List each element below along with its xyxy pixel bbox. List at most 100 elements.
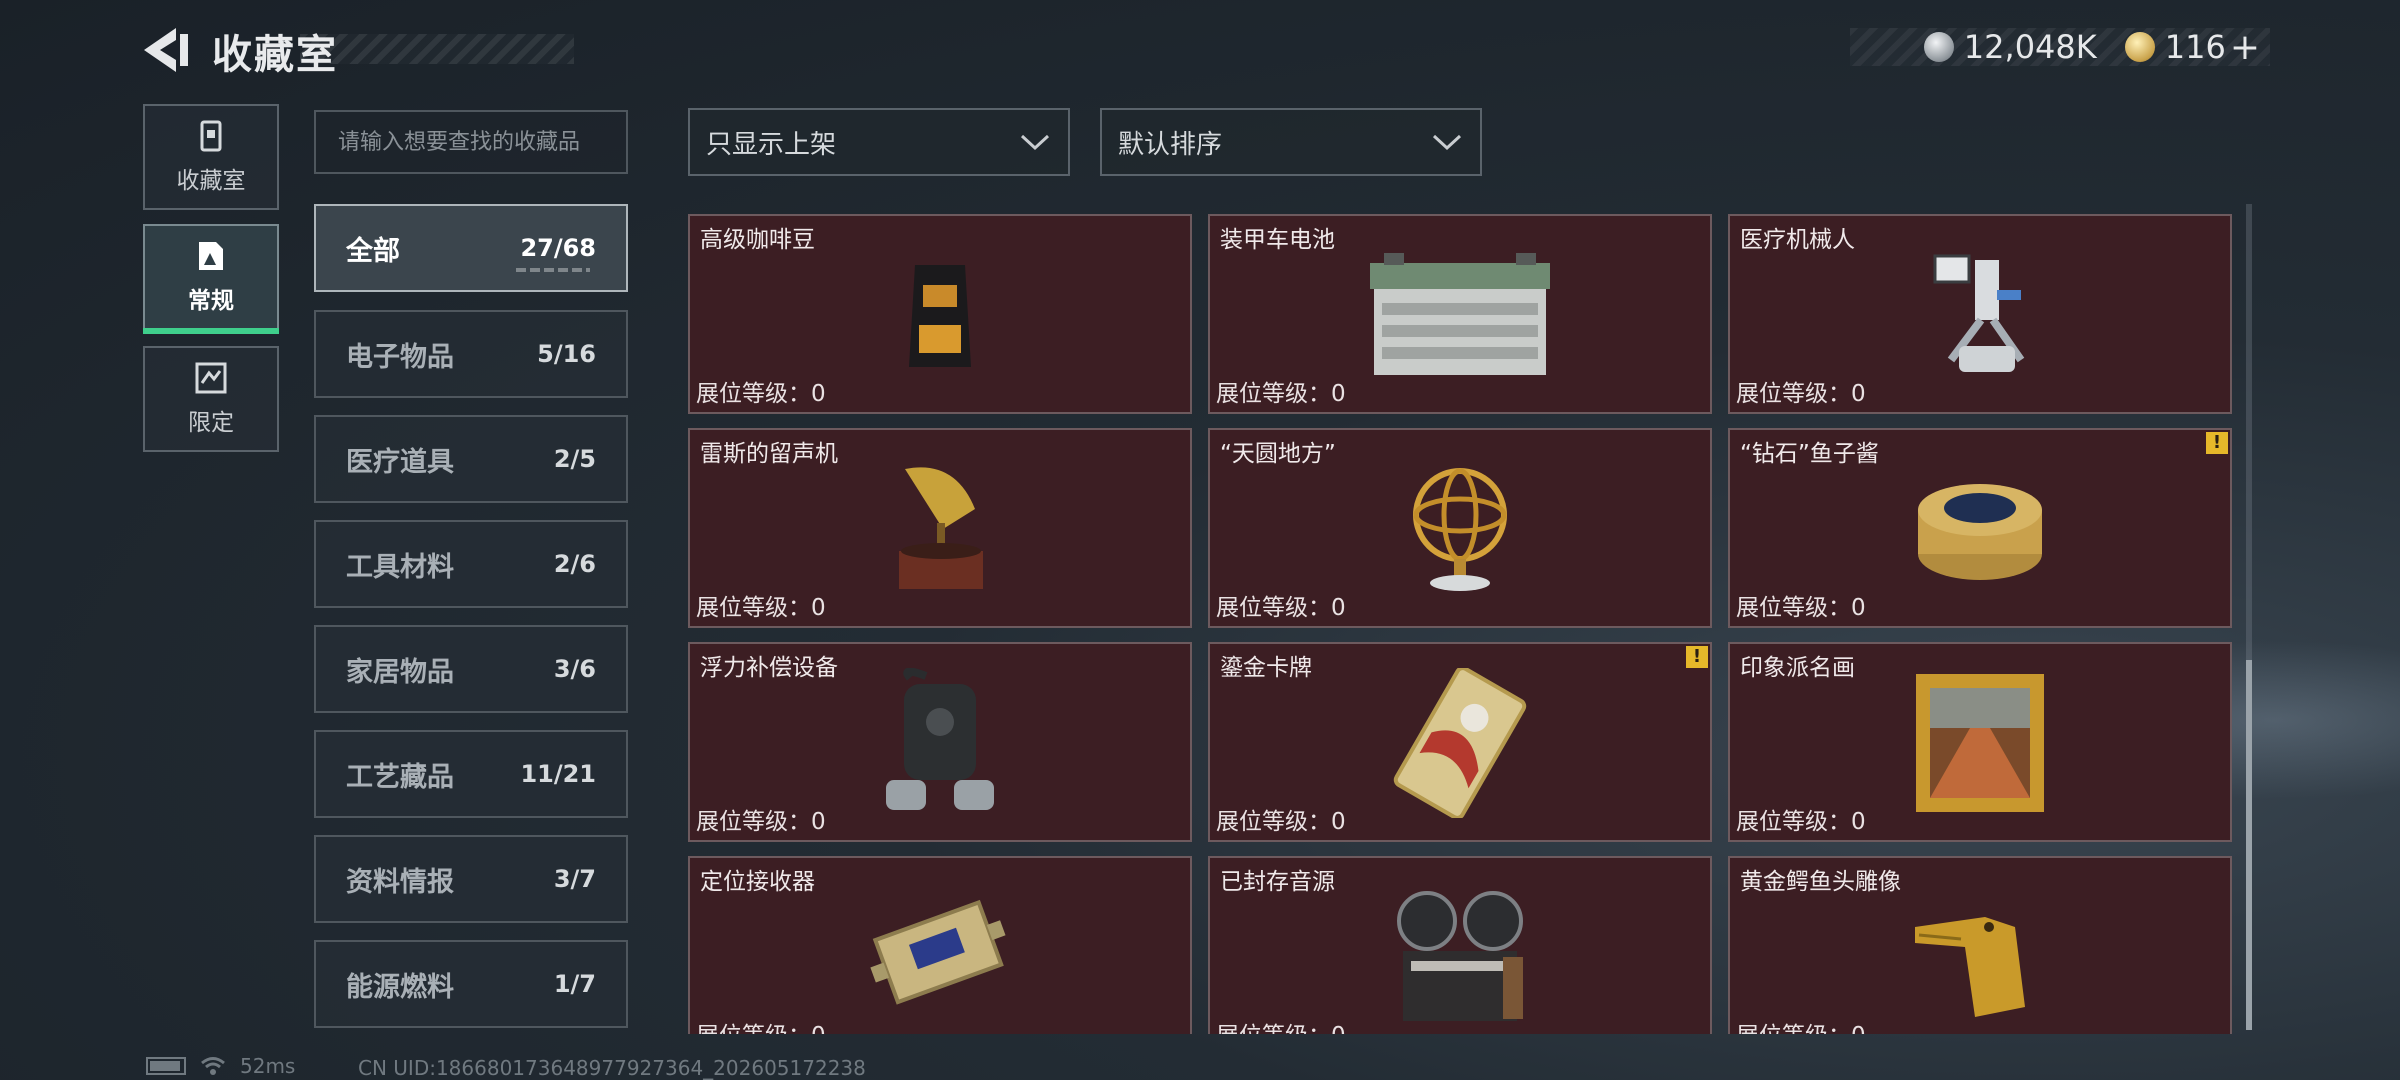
- gold-balance: 116: [2164, 28, 2226, 66]
- gold-coin-icon: [2124, 32, 2155, 62]
- sort-dropdown[interactable]: 默认排序: [1100, 108, 1482, 176]
- item-level: 展位等级：0: [1216, 595, 1346, 621]
- category-count: 1/7: [553, 970, 596, 998]
- vault-icon: [200, 120, 222, 152]
- coffee-bag-icon: [840, 240, 1040, 390]
- side-tab-regular[interactable]: 常规: [143, 224, 279, 334]
- item-card[interactable]: 黄金鳄鱼头雕像 展位等级：0: [1728, 856, 2232, 1034]
- currency-bar: 12,048K 116 +: [1850, 27, 2270, 68]
- item-level: 展位等级：0: [1736, 595, 1866, 621]
- ping-value: 52ms: [240, 1054, 296, 1078]
- item-card[interactable]: 医疗机械人 展位等级：0: [1728, 214, 2232, 414]
- add-currency-button[interactable]: +: [2230, 27, 2260, 68]
- buoyancy-device-icon: [840, 668, 1040, 818]
- dropdown-value: 默认排序: [1118, 129, 1223, 160]
- item-card[interactable]: 鎏金卡牌 ! 展位等级：0: [1208, 642, 1712, 842]
- armillary-sphere-icon: [1360, 454, 1560, 604]
- item-card[interactable]: 浮力补偿设备 展位等级：0: [688, 642, 1192, 842]
- caviar-tin-icon: [1880, 454, 2080, 604]
- chevron-down-icon: [1432, 134, 1462, 151]
- back-arrow-icon[interactable]: [142, 26, 192, 74]
- category-name: 全部: [346, 235, 400, 267]
- side-tab-label: 收藏室: [176, 168, 246, 194]
- item-name: “天圆地方”: [1220, 441, 1336, 467]
- category-name: 工具材料: [346, 551, 454, 583]
- gramophone-icon: [840, 454, 1040, 604]
- item-level: 展位等级：0: [1216, 381, 1346, 407]
- category-count: 3/6: [553, 655, 596, 683]
- croc-statue-icon: [1880, 882, 2080, 1032]
- item-card[interactable]: “钻石”鱼子酱 ! 展位等级：0: [1728, 428, 2232, 628]
- category-count: 5/16: [537, 340, 596, 368]
- category-medical[interactable]: 医疗道具 2/5: [314, 415, 628, 503]
- item-level: 展位等级：0: [696, 595, 826, 621]
- battery-icon: [146, 1057, 186, 1075]
- limited-icon: [195, 362, 227, 394]
- side-tab-limited[interactable]: 限定: [143, 346, 279, 452]
- item-level: 展位等级：0: [696, 381, 826, 407]
- item-level: 展位等级：0: [1736, 809, 1866, 835]
- item-name: 鎏金卡牌: [1220, 655, 1312, 681]
- search-input[interactable]: [338, 129, 626, 155]
- item-name: 黄金鳄鱼头雕像: [1740, 869, 1901, 895]
- category-count: 2/5: [553, 445, 596, 473]
- item-level: 展位等级：0: [1736, 1016, 1866, 1034]
- category-energy[interactable]: 能源燃料 1/7: [314, 940, 628, 1028]
- category-electronics[interactable]: 电子物品 5/16: [314, 310, 628, 398]
- item-level: 展位等级：0: [1736, 381, 1866, 407]
- item-name: 定位接收器: [700, 869, 815, 895]
- status-footer: 52ms: [146, 1054, 295, 1078]
- category-count: 11/21: [520, 760, 596, 788]
- item-name: 装甲车电池: [1220, 227, 1335, 253]
- search-box[interactable]: [314, 110, 628, 174]
- item-name: 已封存音源: [1220, 869, 1335, 895]
- document-icon: [199, 242, 223, 270]
- item-card[interactable]: 高级咖啡豆 展位等级：0: [688, 214, 1192, 414]
- item-card[interactable]: “天圆地方” 展位等级：0: [1208, 428, 1712, 628]
- uid-label: CN UID:186680173648977927364_20260517223…: [358, 1056, 866, 1080]
- page-title: 收藏室: [212, 32, 338, 78]
- alert-badge: !: [1686, 646, 1708, 668]
- gilded-card-icon: [1360, 668, 1560, 818]
- collection-grid[interactable]: 高级咖啡豆 展位等级：0 装甲车电池 展位等级：0 医疗机械人 展位等级：0 雷…: [688, 214, 2232, 1034]
- alert-badge: !: [2206, 432, 2228, 454]
- category-name: 工艺藏品: [346, 761, 454, 793]
- category-household[interactable]: 家居物品 3/6: [314, 625, 628, 713]
- item-name: 医疗机械人: [1740, 227, 1855, 253]
- category-name: 家居物品: [346, 656, 454, 688]
- item-card[interactable]: 装甲车电池 展位等级：0: [1208, 214, 1712, 414]
- item-level: 展位等级：0: [1216, 1016, 1346, 1034]
- item-card[interactable]: 已封存音源 展位等级：0: [1208, 856, 1712, 1034]
- category-name: 医疗道具: [346, 446, 454, 478]
- medical-robot-icon: [1880, 240, 2080, 390]
- category-count: 27/68: [520, 234, 596, 262]
- item-level: 展位等级：0: [1216, 809, 1346, 835]
- item-level: 展位等级：0: [696, 809, 826, 835]
- side-tab-vault[interactable]: 收藏室: [143, 104, 279, 210]
- category-all[interactable]: 全部 27/68: [314, 204, 628, 292]
- wifi-icon: [201, 1057, 225, 1075]
- item-name: 浮力补偿设备: [700, 655, 838, 681]
- chevron-down-icon: [1020, 134, 1050, 151]
- battery-icon: [1360, 240, 1560, 390]
- receiver-icon: [840, 882, 1040, 1032]
- item-name: 印象派名画: [1740, 655, 1855, 681]
- category-count: 2/6: [553, 550, 596, 578]
- display-filter-dropdown[interactable]: 只显示上架: [688, 108, 1070, 176]
- category-intel[interactable]: 资料情报 3/7: [314, 835, 628, 923]
- item-card[interactable]: 雷斯的留声机 展位等级：0: [688, 428, 1192, 628]
- category-name: 能源燃料: [346, 971, 454, 1003]
- category-tools[interactable]: 工具材料 2/6: [314, 520, 628, 608]
- item-name: 雷斯的留声机: [700, 441, 838, 467]
- title-decoration: [300, 34, 574, 64]
- active-tab-indicator: [143, 328, 279, 334]
- category-name: 资料情报: [346, 866, 454, 898]
- category-count: 3/7: [553, 865, 596, 893]
- item-card[interactable]: 印象派名画 展位等级：0: [1728, 642, 2232, 842]
- category-crafts[interactable]: 工艺藏品 11/21: [314, 730, 628, 818]
- reel-recorder-icon: [1360, 882, 1560, 1032]
- grid-scroll-thumb[interactable]: [2246, 660, 2252, 1030]
- side-tab-label: 限定: [188, 410, 234, 436]
- item-card[interactable]: 定位接收器 展位等级：0: [688, 856, 1192, 1034]
- silver-coin-icon: [1923, 32, 1954, 62]
